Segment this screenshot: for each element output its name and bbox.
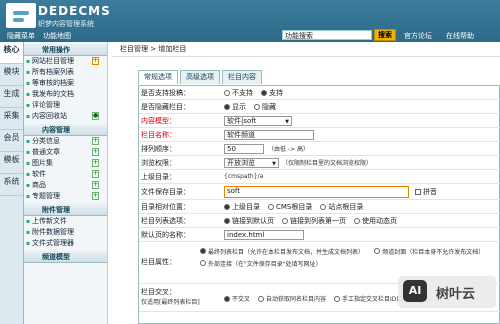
add-icon[interactable]: + (92, 137, 99, 145)
sidebar-item-my-docs[interactable]: 我发布的文档 (24, 89, 107, 100)
top-header: DEDECMS 织梦内容管理系统 隐藏菜单 功能地图 功能搜索 搜索 官方论坛 … (0, 0, 500, 42)
sidebar-item-upload[interactable]: 上传新文件 (24, 216, 107, 227)
add-icon[interactable]: + (92, 170, 99, 178)
sidebar-item-comments[interactable]: 评论管理 (24, 100, 107, 111)
sort-order-field[interactable]: 50 (224, 143, 264, 154)
attr-external-link[interactable]: 外部连接（在"文件保存目录"处填写网址） (199, 257, 321, 269)
support-post-no[interactable]: 不支持 (224, 88, 253, 98)
row-support-post: 是否支持投稿： 不支持 支持 (139, 86, 500, 100)
position-parent[interactable]: 上级目录 (224, 202, 260, 212)
breadcrumb-add-column: 增加栏目 (158, 45, 187, 53)
add-icon[interactable]: + (92, 192, 99, 200)
watermark-text: 树叶云 (436, 287, 476, 302)
add-icon[interactable]: + (92, 159, 99, 167)
add-icon[interactable]: + (92, 148, 99, 156)
logo-icon (6, 3, 36, 28)
sidebar-item-file-manager[interactable]: 文件式管理器 (24, 238, 107, 249)
form-tabs: 常规选项 高级选项 栏目内容 (138, 70, 262, 84)
column-name-field[interactable]: 软件频道 (224, 129, 314, 140)
row-default-page: 默认页的名称： index.html (139, 228, 500, 242)
position-site-root[interactable]: 站点根目录 (320, 202, 363, 212)
column-attribute-options: 最终列表栏目（允许在本栏目发布文档，并生成文档列表） 频道封面（栏目本身不允许发… (199, 245, 500, 269)
sidebar-item-goods[interactable]: 商品+ (24, 180, 107, 191)
left-tab-modules[interactable]: 模块 (0, 64, 23, 86)
hide-menu-link[interactable]: 隐藏菜单 (7, 31, 35, 41)
list-dynamic-page[interactable]: 使用动态页 (354, 216, 397, 226)
sidebar-item-attachment-data[interactable]: 附件数据管理 (24, 227, 107, 238)
section-title-common: 常用操作 (24, 44, 107, 56)
row-relative-position: 目录相对位置： 上级目录 CMS根目录 站点根目录 (139, 200, 500, 214)
sidebar-item-articles[interactable]: 普通文章+ (24, 147, 107, 158)
top-nav: 隐藏菜单 功能地图 (7, 31, 71, 41)
hidden-column-show[interactable]: 显示 (224, 102, 246, 112)
pinyin-checkbox[interactable]: 拼音 (415, 187, 437, 197)
sidebar-item-topics[interactable]: 专题管理+ (24, 191, 107, 202)
save-dir-field[interactable]: soft (224, 185, 409, 198)
left-tab-nav: 核心 模块 生成 采集 会员 模板 系统 (0, 42, 24, 324)
tab-general[interactable]: 常规选项 (138, 70, 178, 84)
section-title-channel: 频道模型 (24, 251, 107, 263)
row-content-model: 内容模型： 软件|soft (139, 114, 500, 128)
cross-none[interactable]: 不交叉 (224, 294, 250, 303)
content-model-select[interactable]: 软件|soft (224, 115, 292, 126)
sidebar-item-column-manage[interactable]: 网站栏目管理+ (24, 56, 107, 67)
watermark-logo-icon: AI (403, 280, 427, 302)
breadcrumb-column[interactable]: 栏目管理 (120, 45, 148, 53)
feature-map-link[interactable]: 功能地图 (43, 31, 71, 41)
breadcrumb: 栏目管理 > 增加栏目 (112, 42, 500, 57)
row-column-name: 栏目名称： 软件频道 (139, 128, 500, 142)
tab-column-content[interactable]: 栏目内容 (222, 70, 262, 84)
top-links: 官方论坛 在线帮助 (404, 31, 474, 41)
sidebar-item-all-docs[interactable]: 所有档案列表 (24, 67, 107, 78)
support-post-yes[interactable]: 支持 (261, 88, 283, 98)
list-first-page[interactable]: 链接到列表第一页 (282, 216, 346, 226)
add-icon[interactable]: + (92, 181, 99, 189)
sidebar-item-software[interactable]: 软件+ (24, 169, 107, 180)
left-tab-generate[interactable]: 生成 (0, 86, 23, 108)
sidebar-item-pending-docs[interactable]: 等审核的档案 (24, 78, 107, 89)
attr-final-list[interactable]: 最终列表栏目（允许在本栏目发布文档，并生成文档列表） (199, 245, 364, 257)
row-sort-order: 排列顺序： 50 （由低 -> 高） (139, 142, 500, 156)
left-tab-members[interactable]: 会员 (0, 130, 23, 152)
section-title-content: 内容管理 (24, 124, 107, 136)
left-tab-collect[interactable]: 采集 (0, 108, 23, 130)
browse-permission-select[interactable]: 开放浏览 (224, 157, 279, 168)
watermark: AI 树叶云 (398, 276, 496, 308)
left-tab-core[interactable]: 核心 (0, 42, 23, 64)
sidebar-item-classified[interactable]: 分类信息+ (24, 136, 107, 147)
tab-advanced[interactable]: 高级选项 (180, 70, 220, 84)
breadcrumb-separator: > (150, 45, 157, 53)
brand-name: DEDECMS (38, 4, 111, 18)
cross-auto[interactable]: 自动获取同名栏目内容 (258, 294, 326, 303)
sidebar-item-recycle[interactable]: 内容回收站● (24, 111, 107, 122)
row-list-option: 栏目列表选项： 链接到默认页 链接到列表第一页 使用动态页 (139, 214, 500, 228)
add-icon[interactable]: + (92, 57, 99, 65)
left-tab-system[interactable]: 系统 (0, 174, 23, 196)
section-title-attachments: 附件管理 (24, 204, 107, 216)
position-cms-root[interactable]: CMS根目录 (268, 202, 312, 212)
search-input[interactable]: 功能搜索 (282, 30, 372, 40)
help-link[interactable]: 在线帮助 (446, 31, 474, 41)
row-hidden-column: 是否隐藏栏目： 显示 隐藏 (139, 100, 500, 114)
sidebar: 常用操作 网站栏目管理+ 所有档案列表 等审核的档案 我发布的文档 评论管理 内… (24, 42, 108, 324)
search-button[interactable]: 搜索 (374, 29, 396, 41)
brand-subtitle: 织梦内容管理系统 (38, 20, 94, 28)
forum-link[interactable]: 官方论坛 (404, 31, 432, 41)
sidebar-item-images[interactable]: 图片集+ (24, 158, 107, 169)
list-default-page[interactable]: 链接到默认页 (224, 216, 274, 226)
row-browse-permission: 浏览权限： 开放浏览 （仅限制栏目里的文档浏览权限） (139, 156, 500, 170)
row-parent-dir: 上级目录： {cmspath}/a (139, 170, 500, 184)
recycle-icon: ● (92, 112, 99, 120)
left-tab-templates[interactable]: 模板 (0, 152, 23, 174)
hidden-column-hide[interactable]: 隐藏 (254, 102, 276, 112)
parent-dir-value: {cmspath}/a (224, 173, 264, 180)
attr-channel-cover[interactable]: 频道封面（栏目本身不允许发布文档） (374, 245, 484, 257)
row-save-dir: 文件保存目录： soft 拼音 (139, 184, 500, 200)
default-page-field[interactable]: index.html (224, 229, 304, 240)
